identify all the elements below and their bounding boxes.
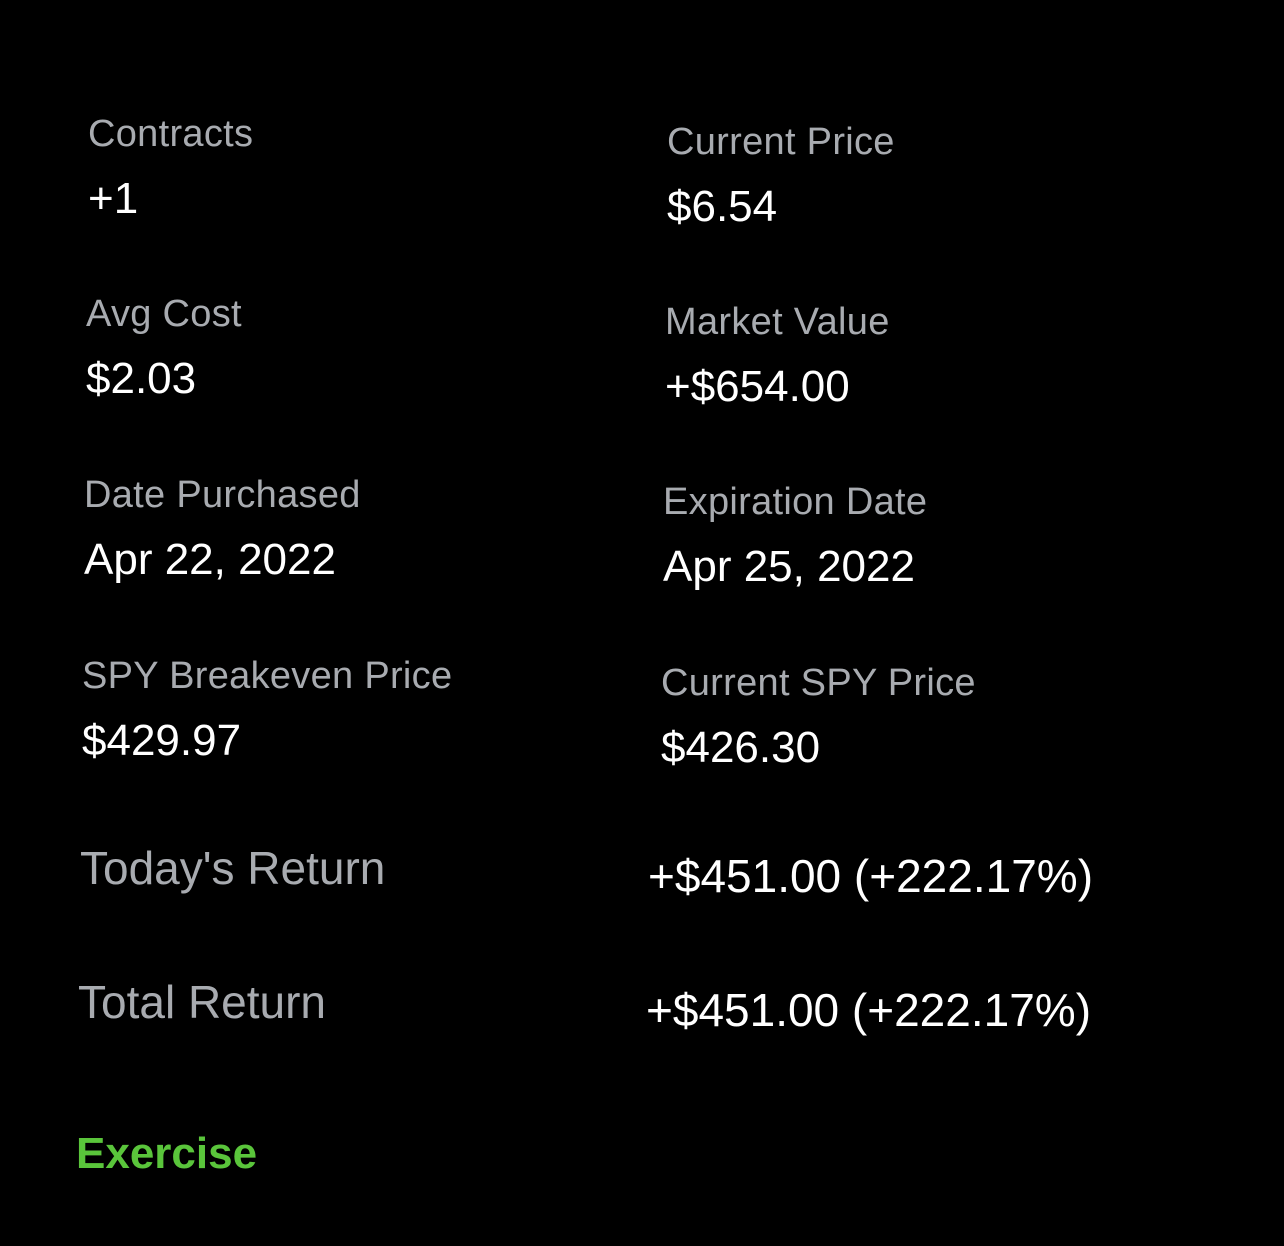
current-price-label: Current Price: [667, 121, 895, 163]
breakeven-price-stat: SPY Breakeven Price $429.97: [82, 654, 452, 766]
contracts-stat: Contracts +1: [88, 112, 253, 224]
todays-return-value: +$451.00 (+222.17%): [648, 850, 1094, 902]
breakeven-price-value: $429.97: [82, 716, 242, 765]
avg-cost-label: Avg Cost: [86, 293, 242, 335]
expiration-date-label: Expiration Date: [663, 481, 928, 523]
position-details-screen: Contracts +1 Avg Cost $2.03 Date Purchas…: [0, 0, 1284, 1246]
current-spy-price-label: Current SPY Price: [661, 662, 976, 704]
market-value-label: Market Value: [665, 301, 890, 343]
total-return-label: Total Return: [78, 976, 327, 1028]
current-price-value: $6.54: [667, 182, 778, 231]
total-return-value: +$451.00 (+222.17%): [646, 984, 1092, 1036]
date-purchased-value: Apr 22, 2022: [84, 535, 336, 584]
exercise-button[interactable]: Exercise: [76, 1128, 257, 1180]
date-purchased-stat: Date Purchased Apr 22, 2022: [84, 473, 361, 585]
todays-return-label: Today's Return: [80, 842, 386, 894]
expiration-date-stat: Expiration Date Apr 25, 2022: [663, 480, 927, 592]
market-value-value: +$654.00: [665, 362, 850, 411]
date-purchased-label: Date Purchased: [84, 474, 361, 516]
current-spy-price-stat: Current SPY Price $426.30: [661, 661, 976, 773]
avg-cost-value: $2.03: [86, 354, 197, 403]
contracts-value: +1: [88, 174, 139, 223]
avg-cost-stat: Avg Cost $2.03: [86, 292, 242, 404]
contracts-label: Contracts: [88, 113, 254, 155]
expiration-date-value: Apr 25, 2022: [663, 542, 915, 591]
breakeven-price-label: SPY Breakeven Price: [82, 655, 453, 697]
current-spy-price-value: $426.30: [661, 723, 821, 772]
current-price-stat: Current Price $6.54: [667, 120, 895, 232]
market-value-stat: Market Value +$654.00: [665, 300, 890, 412]
